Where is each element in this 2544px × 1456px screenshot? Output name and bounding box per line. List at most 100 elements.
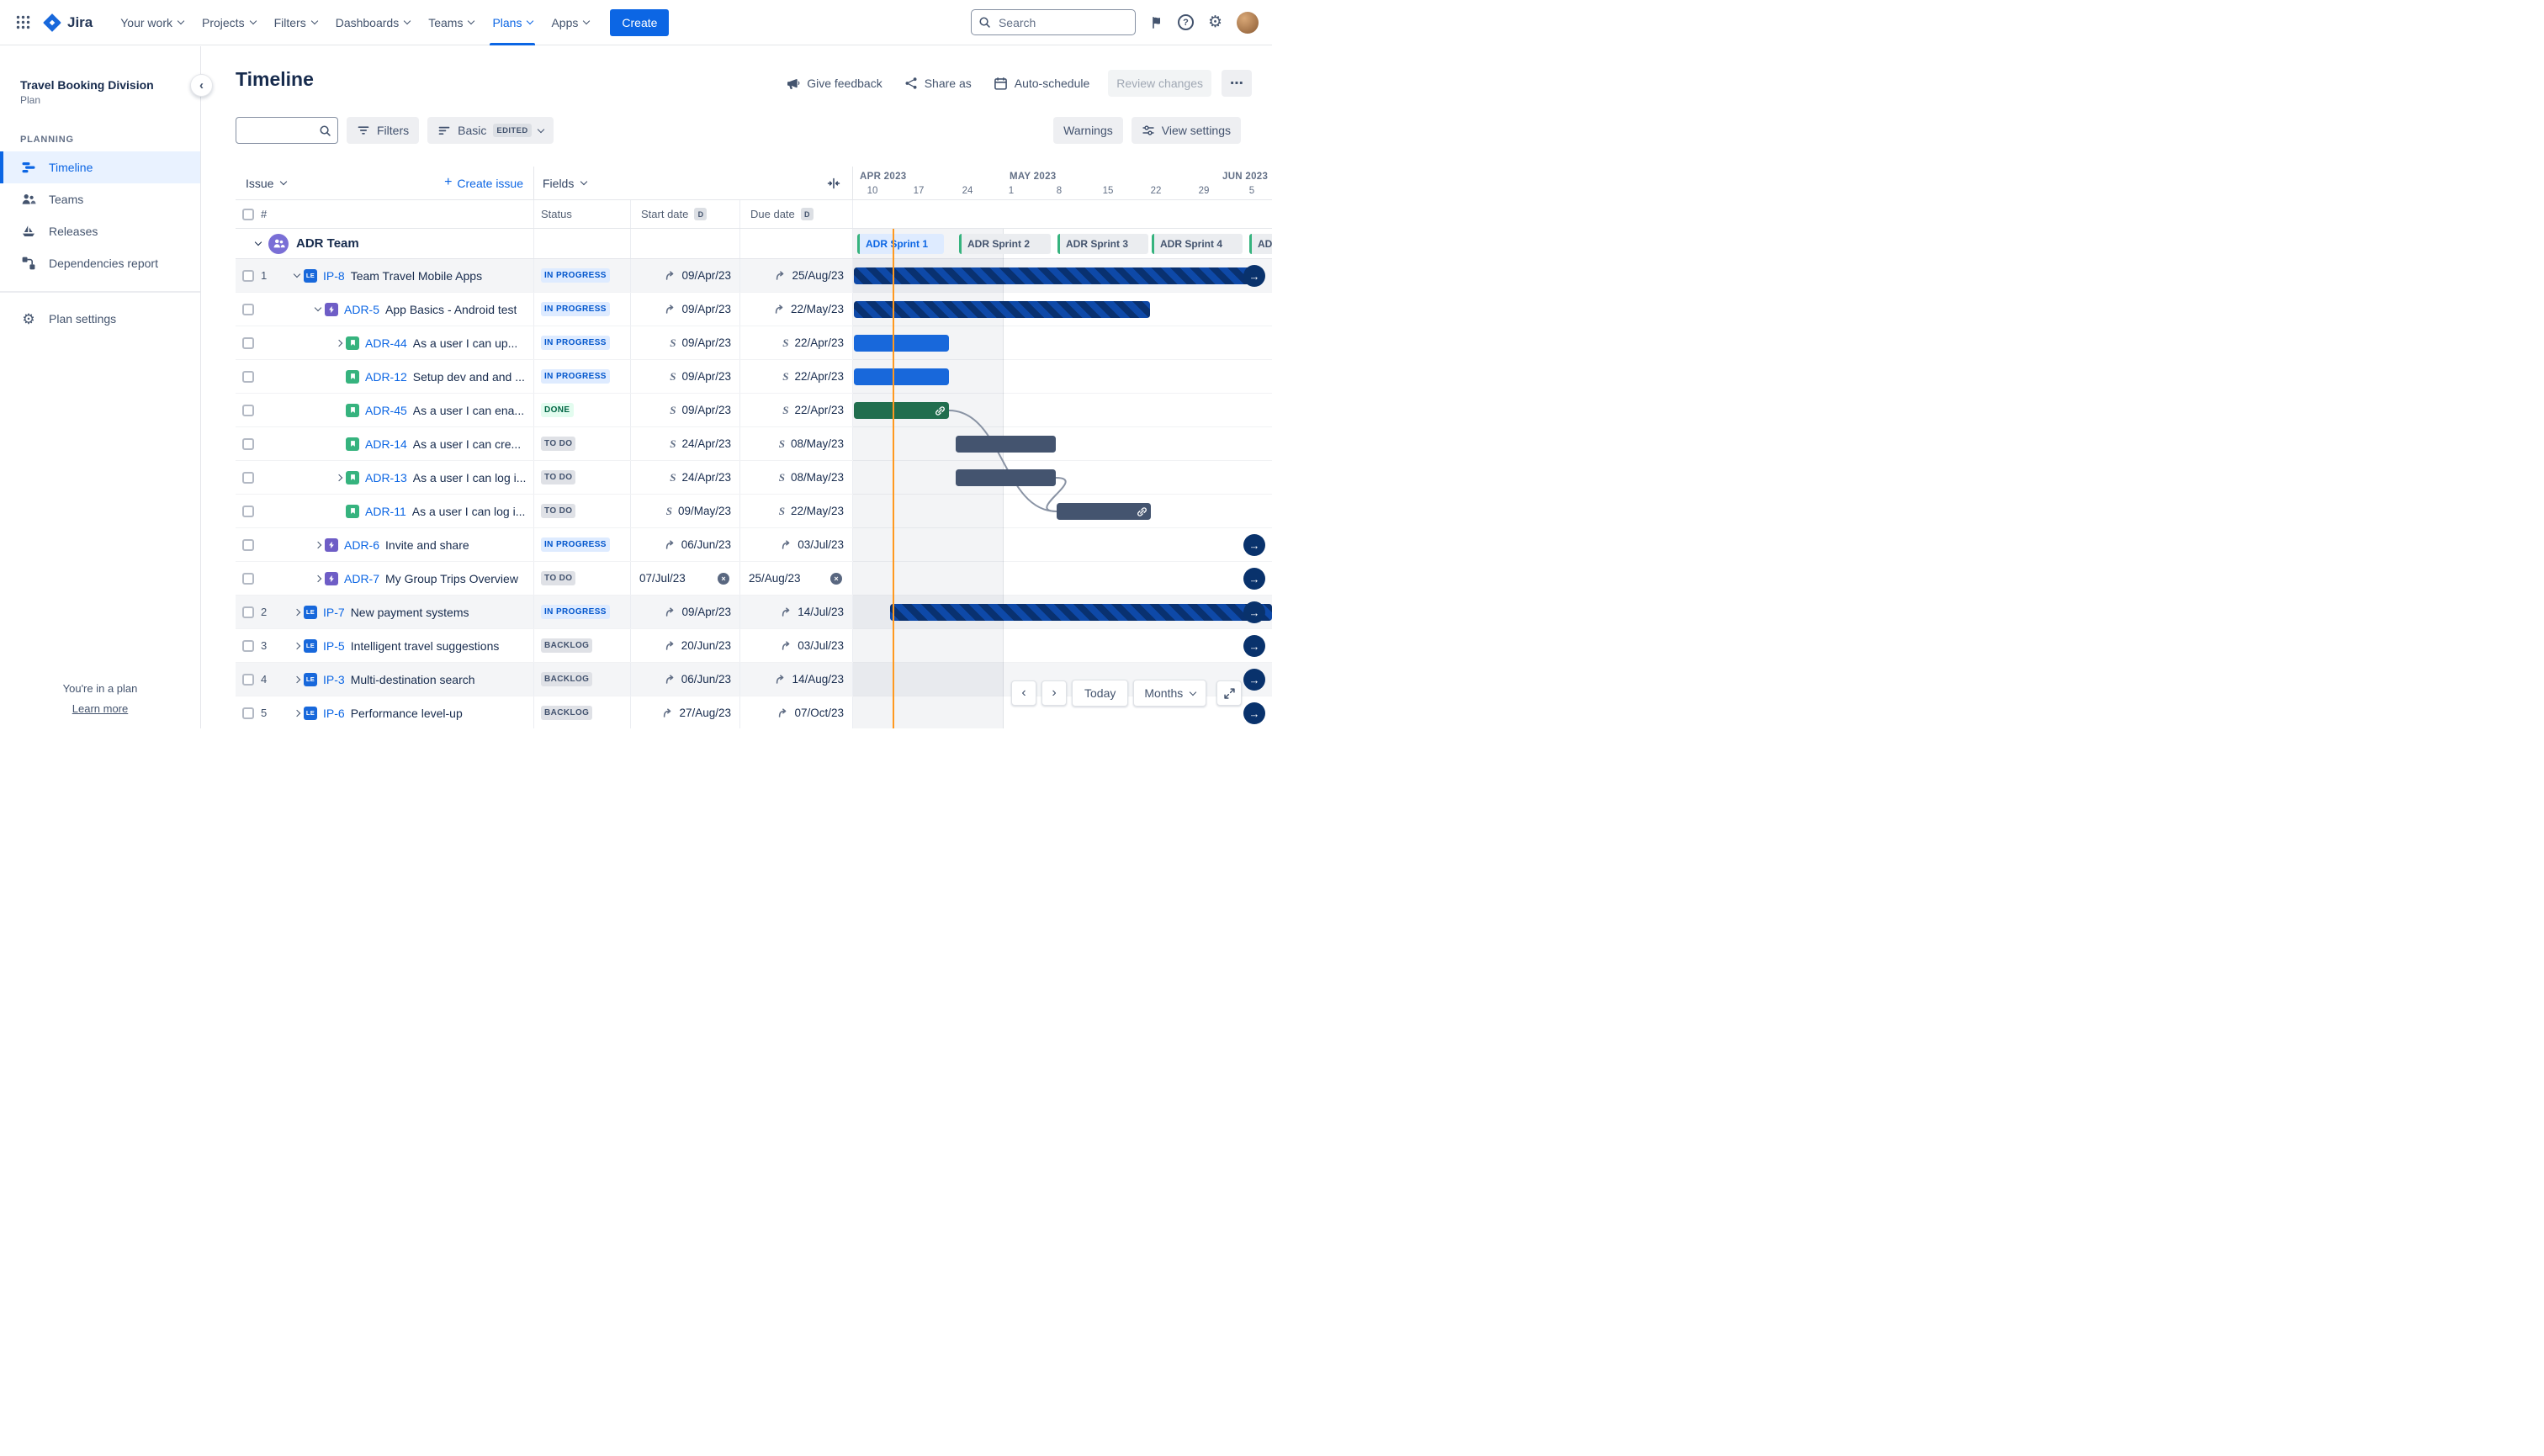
select-all-checkbox[interactable] (242, 208, 254, 220)
gantt-bar-IP-7[interactable] (890, 604, 1272, 621)
issue-header-dropdown[interactable]: Issue (246, 177, 288, 190)
jira-logo[interactable]: Jira (43, 13, 93, 32)
nav-item-teams[interactable]: Teams (419, 0, 483, 45)
expand-chevron[interactable] (254, 238, 262, 246)
expand-chevron[interactable] (335, 339, 342, 347)
issue-key-link[interactable]: IP-5 (323, 639, 345, 653)
expand-chevron[interactable] (293, 675, 300, 683)
sidebar-item-plan-settings[interactable]: ⚙ Plan settings (0, 303, 200, 335)
row-checkbox[interactable] (242, 471, 254, 484)
nav-item-apps[interactable]: Apps (542, 0, 598, 45)
notifications-icon[interactable] (1150, 16, 1163, 29)
gantt-bar-ADR-13[interactable] (956, 469, 1056, 486)
row-checkbox[interactable] (242, 538, 254, 551)
expand-chevron[interactable] (314, 574, 321, 582)
view-switcher-button[interactable]: Basic EDITED (427, 117, 554, 144)
issue-key-link[interactable]: ADR-7 (344, 572, 379, 585)
issue-key-link[interactable]: IP-6 (323, 707, 345, 720)
sidebar-item-timeline[interactable]: Timeline (0, 151, 200, 183)
expand-chevron[interactable] (293, 709, 300, 717)
settings-gear-icon[interactable]: ⚙ (1208, 14, 1222, 30)
scroll-to-bar-button[interactable]: → (1243, 265, 1265, 287)
sidebar-item-teams[interactable]: Teams (0, 183, 200, 215)
learn-more-link[interactable]: Learn more (72, 702, 128, 715)
filters-button[interactable]: Filters (347, 117, 420, 144)
gantt-bar-ADR-45[interactable] (854, 402, 949, 419)
nav-item-filters[interactable]: Filters (265, 0, 326, 45)
issue-key-link[interactable]: ADR-14 (365, 437, 407, 451)
row-checkbox[interactable] (242, 673, 254, 686)
gantt-bar-ADR-5[interactable] (854, 301, 1150, 318)
row-checkbox[interactable] (242, 707, 254, 719)
expand-chevron[interactable] (314, 541, 321, 548)
help-icon[interactable]: ? (1177, 14, 1194, 30)
issue-key-link[interactable]: IP-7 (323, 606, 345, 619)
issue-key-link[interactable]: ADR-44 (365, 336, 407, 350)
sidebar-item-releases[interactable]: Releases (0, 215, 200, 247)
gantt-bar-ADR-44[interactable] (854, 335, 949, 352)
issue-key-link[interactable]: IP-8 (323, 269, 345, 283)
scroll-to-bar-button[interactable]: → (1243, 702, 1265, 724)
nav-item-dashboards[interactable]: Dashboards (326, 0, 420, 45)
scroll-left-button[interactable]: ‹ (1011, 680, 1036, 706)
fullscreen-button[interactable] (1216, 680, 1243, 706)
sidebar-collapse-button[interactable]: ‹ (190, 74, 213, 97)
gantt-bar-IP-8[interactable] (854, 267, 1253, 284)
create-issue-button[interactable]: + Create issue (444, 175, 523, 190)
collapse-columns-icon[interactable] (827, 177, 840, 190)
row-checkbox[interactable] (242, 606, 254, 618)
row-checkbox[interactable] (242, 437, 254, 450)
sidebar-item-dependencies-report[interactable]: Dependencies report (0, 247, 200, 279)
expand-chevron[interactable] (293, 608, 300, 616)
issue-row-ADR-13[interactable]: ADR-13 As a user I can log i... TO DO S 24/A… (236, 461, 1272, 495)
sprint-chip[interactable]: ADR Sprint 3 (1057, 234, 1148, 254)
search-input[interactable] (970, 9, 1136, 35)
nav-item-plans[interactable]: Plans (483, 0, 542, 45)
sprint-chip[interactable]: ADR Sprint 2 (959, 234, 1051, 254)
issue-row-ADR-14[interactable]: ADR-14 As a user I can cre... TO DO S 24/Apr… (236, 427, 1272, 461)
scroll-to-bar-button[interactable]: → (1243, 568, 1265, 590)
give-feedback-button[interactable]: Give feedback (777, 70, 891, 97)
gantt-bar-ADR-12[interactable] (854, 368, 949, 385)
expand-chevron[interactable] (293, 642, 300, 649)
expand-chevron[interactable] (314, 304, 321, 312)
row-checkbox[interactable] (242, 505, 254, 517)
gantt-bar-ADR-14[interactable] (956, 436, 1056, 453)
issue-key-link[interactable]: IP-3 (323, 673, 345, 686)
zoom-select[interactable]: Months (1133, 680, 1207, 707)
row-checkbox[interactable] (242, 572, 254, 585)
auto-schedule-button[interactable]: Auto-schedule (985, 70, 1099, 97)
create-button[interactable]: Create (610, 8, 670, 36)
issue-row-ADR-44[interactable]: ADR-44 As a user I can up... IN PROGRESS S 0… (236, 326, 1272, 360)
user-avatar[interactable] (1237, 11, 1259, 34)
issue-key-link[interactable]: ADR-5 (344, 303, 379, 316)
scroll-right-button[interactable]: › (1041, 680, 1067, 706)
scroll-to-bar-button[interactable]: → (1243, 601, 1265, 623)
sprint-chip[interactable]: AD (1249, 234, 1272, 254)
issue-key-link[interactable]: ADR-45 (365, 404, 407, 417)
row-checkbox[interactable] (242, 639, 254, 652)
review-changes-button[interactable]: Review changes (1108, 70, 1211, 97)
warnings-button[interactable]: Warnings (1053, 117, 1123, 144)
fields-dropdown[interactable]: Fields (543, 177, 588, 190)
gantt-bar-ADR-11[interactable] (1057, 503, 1151, 520)
issue-row-IP-5[interactable]: 3 LE IP-5 Intelligent travel suggestions BAC… (236, 629, 1272, 663)
issue-key-link[interactable]: ADR-6 (344, 538, 379, 552)
share-as-button[interactable]: Share as (896, 70, 980, 97)
issue-row-ADR-6[interactable]: ADR-6 Invite and share IN PROGRESS 06/Jun/2… (236, 528, 1272, 562)
sprint-chip[interactable]: ADR Sprint 1 (857, 234, 944, 254)
issue-key-link[interactable]: ADR-11 (365, 505, 406, 518)
app-switcher-icon[interactable] (12, 11, 34, 34)
today-button[interactable]: Today (1072, 680, 1129, 707)
issue-row-ADR-45[interactable]: ADR-45 As a user I can ena... DONE S 09/Apr/… (236, 394, 1272, 427)
expand-chevron[interactable] (335, 474, 342, 481)
more-actions-button[interactable]: ⋯ (1222, 70, 1252, 97)
row-checkbox[interactable] (242, 404, 254, 416)
row-checkbox[interactable] (242, 370, 254, 383)
issue-row-ADR-7[interactable]: ADR-7 My Group Trips Overview TO DO 07/Jul/… (236, 562, 1272, 596)
dependency-link-icon[interactable] (1136, 506, 1148, 518)
row-checkbox[interactable] (242, 303, 254, 315)
issue-key-link[interactable]: ADR-13 (365, 471, 407, 484)
issue-row-ADR-12[interactable]: ADR-12 Setup dev and and ... IN PROGRESS S 0… (236, 360, 1272, 394)
scroll-to-bar-button[interactable]: → (1243, 635, 1265, 657)
